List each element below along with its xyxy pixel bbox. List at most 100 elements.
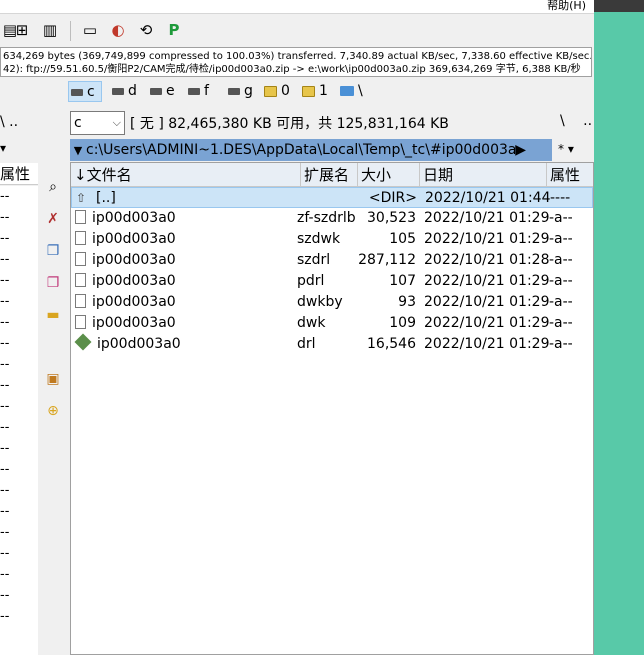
path-scroll-arrow-icon[interactable]: ▶ <box>515 139 526 161</box>
delete-file-icon[interactable]: ✗ <box>43 209 63 229</box>
ftp-connect-icon[interactable]: ⟲ <box>136 20 156 40</box>
column-header: ↓文件名 扩展名 大小 日期 属性 <box>71 163 593 187</box>
left-list-item[interactable]: -- <box>0 207 38 228</box>
column-size[interactable]: 大小 <box>358 163 420 187</box>
sync-dirs-icon[interactable]: ⊞ <box>12 20 32 40</box>
column-date[interactable]: 日期 <box>420 163 547 187</box>
file-date: 2022/10/21 01:29 <box>424 273 550 289</box>
file-row[interactable]: ip00d003a0 zf-szdrlb 30,523 2022/10/21 01:2… <box>71 208 593 229</box>
file-row[interactable]: ip00d003a0 pdrl 107 2022/10/21 01:29 -a-- <box>71 271 593 292</box>
left-list-item[interactable]: -- <box>0 312 38 333</box>
left-nav[interactable]: \ .. <box>0 114 18 130</box>
file-attr: -a-- <box>549 273 573 289</box>
file-icon <box>75 294 86 308</box>
up-dir-icon: ⇧ <box>76 191 87 205</box>
file-ext: drl <box>297 336 316 352</box>
left-list-item[interactable]: -- <box>0 375 38 396</box>
current-path: c:\Users\ADMINI~1.DES\AppData\Local\Temp… <box>86 142 526 158</box>
left-file-list[interactable]: -- -- -- -- -- -- -- -- -- -- -- -- -- -- -- -- -- -- -- --… <box>0 186 38 655</box>
file-attr: -a-- <box>549 315 573 331</box>
left-list-item[interactable]: -- <box>0 480 38 501</box>
drive-button-f[interactable]: f <box>186 81 209 102</box>
file-row[interactable]: ip00d003a0 dwk 109 2022/10/21 01:29 -a-- <box>71 313 593 334</box>
file-list[interactable]: ↓文件名 扩展名 大小 日期 属性 ⇧ [..] <DIR> 2022/10/21 0… <box>70 162 594 655</box>
file-size: 105 <box>389 231 416 247</box>
file-ext: pdrl <box>297 273 325 289</box>
new-folder-icon[interactable]: ⊕ <box>43 401 63 421</box>
left-list-item[interactable]: -- <box>0 228 38 249</box>
drive-button-d[interactable]: d <box>110 81 137 102</box>
move-icon[interactable]: ❐ <box>43 273 63 293</box>
current-path-bar[interactable]: ▼ c:\Users\ADMINI~1.DES\AppData\Local\Tem… <box>70 139 552 161</box>
file-size: 93 <box>398 294 416 310</box>
left-list-item[interactable]: -- <box>0 522 38 543</box>
toolbar: ▤ ⊞ ▥ ▭ ◐ ⟲ P <box>0 15 594 47</box>
left-list-item[interactable]: -- <box>0 459 38 480</box>
left-list-item[interactable]: -- <box>0 543 38 564</box>
left-list-item[interactable]: -- <box>0 333 38 354</box>
copy-icon[interactable]: ❐ <box>43 241 63 261</box>
file-name: [..] <box>96 190 116 206</box>
drive-button-network[interactable]: \ <box>338 81 363 102</box>
file-name: ip00d003a0 <box>92 273 176 289</box>
left-list-item[interactable]: -- <box>0 396 38 417</box>
ftp-new-icon[interactable]: P <box>164 20 184 40</box>
file-date: 2022/10/21 01:28 <box>424 252 550 268</box>
left-list-item[interactable]: -- <box>0 249 38 270</box>
multi-rename-icon[interactable]: ▥ <box>40 20 60 40</box>
log-line-1: 634,269 bytes (369,749,899 compressed to… <box>3 51 592 62</box>
column-name[interactable]: ↓文件名 <box>71 163 301 187</box>
left-column-attr[interactable]: 属性 <box>0 163 38 185</box>
file-icon <box>75 252 86 266</box>
file-row[interactable]: ip00d003a0 drl 16,546 2022/10/21 01:29 -a-- <box>71 333 593 355</box>
left-list-item[interactable]: -- <box>0 438 38 459</box>
column-ext[interactable]: 扩展名 <box>301 163 358 187</box>
history-dropdown-icon[interactable]: ▼ <box>70 140 86 161</box>
left-list-item[interactable]: -- <box>0 585 38 606</box>
filter-toggle[interactable]: * ▾ <box>558 142 574 156</box>
left-list-item[interactable]: -- <box>0 291 38 312</box>
drive-button-1[interactable]: 1 <box>300 81 328 102</box>
file-icon <box>75 231 86 245</box>
log-line-2: 42): ftp://59.51.60.5/衡阳P2/CAM完成/待检/ip00… <box>3 64 581 75</box>
nav-up-button[interactable]: .. <box>583 113 592 129</box>
left-list-item[interactable]: -- <box>0 354 38 375</box>
column-attr[interactable]: 属性 <box>547 163 593 187</box>
file-row[interactable]: ip00d003a0 szdwk 105 2022/10/21 01:29 -a-- <box>71 229 593 250</box>
left-list-item[interactable]: -- <box>0 564 38 585</box>
network-drive-icon <box>340 86 354 96</box>
left-list-item[interactable]: -- <box>0 417 38 438</box>
notepad-icon[interactable]: ▭ <box>80 20 100 40</box>
file-name-cell: ⇧ [..] <box>72 188 116 209</box>
file-name: ip00d003a0 <box>92 231 176 247</box>
left-list-item[interactable]: -- <box>0 270 38 291</box>
left-list-item[interactable]: -- <box>0 501 38 522</box>
file-row[interactable]: ⇧ [..] <DIR> 2022/10/21 01:44 ---- <box>71 187 593 208</box>
menu-help[interactable]: 帮助(H) <box>547 0 586 13</box>
file-date: 2022/10/21 01:29 <box>424 231 550 247</box>
left-filter-toggle[interactable]: ▾ <box>0 141 6 155</box>
drive-button-0[interactable]: 0 <box>262 81 290 102</box>
toolbar-separator <box>70 21 71 41</box>
file-size: 287,112 <box>358 252 416 268</box>
pack-archive-icon[interactable]: ▣ <box>43 369 63 389</box>
file-ext: szdwk <box>297 231 341 247</box>
drive-button-e[interactable]: e <box>148 81 175 102</box>
file-name-cell: ip00d003a0 <box>71 313 176 334</box>
drive-button-c[interactable]: c <box>68 81 102 102</box>
left-list-item[interactable]: -- <box>0 606 38 627</box>
nav-root-button[interactable]: \ <box>560 113 565 129</box>
viewer-icon[interactable]: ◐ <box>108 20 128 40</box>
removable-drive-icon <box>264 85 277 97</box>
drive-select[interactable]: c ⌵ <box>70 111 125 135</box>
removable-drive-icon <box>302 85 315 97</box>
file-icon <box>75 273 86 287</box>
search-icon[interactable]: ⌕ <box>43 177 63 197</box>
file-row[interactable]: ip00d003a0 dwkby 93 2022/10/21 01:29 -a-- <box>71 292 593 313</box>
drive-button-g[interactable]: g <box>226 81 253 102</box>
drive-icon <box>71 88 83 96</box>
folder-icon[interactable]: ▬ <box>43 305 63 325</box>
left-list-item[interactable]: -- <box>0 186 38 207</box>
file-row[interactable]: ip00d003a0 szdrl 287,112 2022/10/21 01:28 -a… <box>71 250 593 271</box>
ftp-log-box[interactable]: 634,269 bytes (369,749,899 compressed to… <box>0 47 592 77</box>
